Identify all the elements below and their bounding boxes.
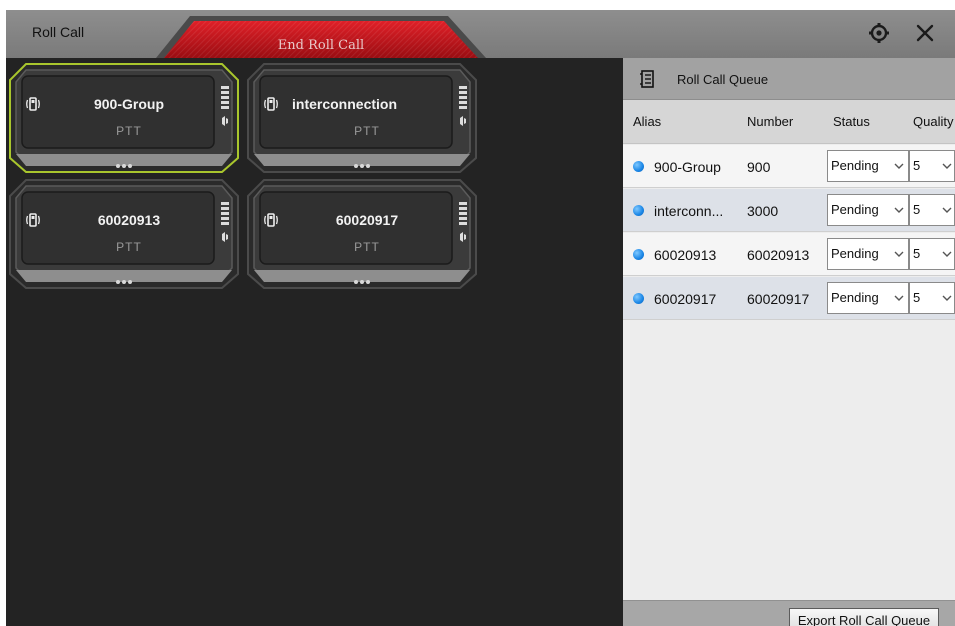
member-card[interactable]: 900-Group PTT [8, 62, 240, 174]
end-roll-call-label: End Roll Call [277, 38, 365, 53]
walkie-talkie-icon [264, 212, 278, 228]
column-alias[interactable]: Alias [633, 100, 661, 144]
more-dots-icon[interactable] [104, 272, 144, 284]
chevron-down-icon [942, 295, 952, 301]
status-value: Pending [831, 290, 879, 305]
status-value: Pending [831, 158, 879, 173]
status-dot-icon [633, 205, 644, 216]
status-select[interactable]: Pending [827, 194, 909, 226]
table-row[interactable]: 900-Group 900 Pending 5 [623, 145, 955, 188]
status-dot-icon [633, 293, 644, 304]
chevron-down-icon [942, 207, 952, 213]
row-number: 60020917 [747, 291, 810, 307]
member-name: interconnection [292, 96, 398, 112]
status-value: Pending [831, 246, 879, 261]
status-dot-icon [633, 161, 644, 172]
signal-strength-icon [458, 84, 468, 132]
chevron-down-icon [942, 251, 952, 257]
roll-call-queue-panel: Roll Call Queue Alias Number Status Qual… [623, 58, 955, 626]
more-dots-icon[interactable] [104, 156, 144, 168]
window-title: Roll Call [32, 24, 85, 40]
member-card[interactable]: 60020913 PTT [8, 178, 240, 290]
quality-select[interactable]: 5 [909, 150, 955, 182]
walkie-talkie-icon [26, 212, 40, 228]
signal-strength-icon [220, 84, 230, 132]
status-dot-icon [633, 249, 644, 260]
chevron-down-icon [942, 163, 952, 169]
queue-header: Roll Call Queue [623, 58, 955, 100]
quality-value: 5 [913, 290, 921, 305]
roll-call-window: Roll Call End Roll Call 900-Group PTT in… [6, 10, 955, 626]
member-name: 900-Group [93, 96, 164, 112]
status-select[interactable]: Pending [827, 282, 909, 314]
row-alias: 60020917 [654, 291, 717, 307]
signal-strength-icon [458, 200, 468, 248]
chevron-down-icon [894, 295, 904, 301]
title-bar: Roll Call End Roll Call [6, 10, 955, 58]
list-icon [639, 70, 655, 88]
more-dots-icon[interactable] [342, 272, 382, 284]
quality-value: 5 [913, 202, 921, 217]
queue-title: Roll Call Queue [677, 72, 769, 87]
status-select[interactable]: Pending [827, 150, 909, 182]
close-icon[interactable] [914, 22, 936, 44]
status-value: Pending [831, 202, 879, 217]
row-number: 60020913 [747, 247, 810, 263]
member-type: PTT [354, 124, 380, 138]
table-row[interactable]: interconn... 3000 Pending 5 [623, 189, 955, 232]
quality-select[interactable]: 5 [909, 238, 955, 270]
status-select[interactable]: Pending [827, 238, 909, 270]
signal-strength-icon [220, 200, 230, 248]
row-number: 3000 [747, 203, 779, 219]
row-number: 900 [747, 159, 771, 175]
chevron-down-icon [894, 251, 904, 257]
column-number[interactable]: Number [747, 100, 793, 144]
quality-select[interactable]: 5 [909, 282, 955, 314]
member-name: 60020913 [97, 212, 161, 228]
walkie-talkie-icon [264, 96, 278, 112]
row-alias: 60020913 [654, 247, 717, 263]
more-dots-icon[interactable] [342, 156, 382, 168]
member-type: PTT [354, 240, 380, 254]
member-type: PTT [116, 124, 142, 138]
quality-value: 5 [913, 158, 921, 173]
member-card[interactable]: interconnection PTT [246, 62, 478, 174]
member-type: PTT [116, 240, 142, 254]
chevron-down-icon [894, 163, 904, 169]
quality-select[interactable]: 5 [909, 194, 955, 226]
table-row[interactable]: 60020913 60020913 Pending 5 [623, 233, 955, 276]
chevron-down-icon [894, 207, 904, 213]
quality-value: 5 [913, 246, 921, 261]
end-roll-call-button[interactable]: End Roll Call [156, 14, 486, 58]
member-name: 60020917 [335, 212, 399, 228]
export-roll-call-queue-button[interactable]: Export Roll Call Queue [789, 608, 939, 626]
column-status[interactable]: Status [833, 100, 870, 144]
walkie-talkie-icon [26, 96, 40, 112]
table-row[interactable]: 60020917 60020917 Pending 5 [623, 277, 955, 320]
settings-gear-icon[interactable] [868, 22, 890, 44]
column-quality[interactable]: Quality [913, 100, 953, 144]
member-card-area: 900-Group PTT interconnection PTT 600209… [6, 58, 623, 626]
member-card[interactable]: 60020917 PTT [246, 178, 478, 290]
row-alias: 900-Group [654, 159, 721, 175]
row-alias: interconn... [654, 203, 724, 219]
